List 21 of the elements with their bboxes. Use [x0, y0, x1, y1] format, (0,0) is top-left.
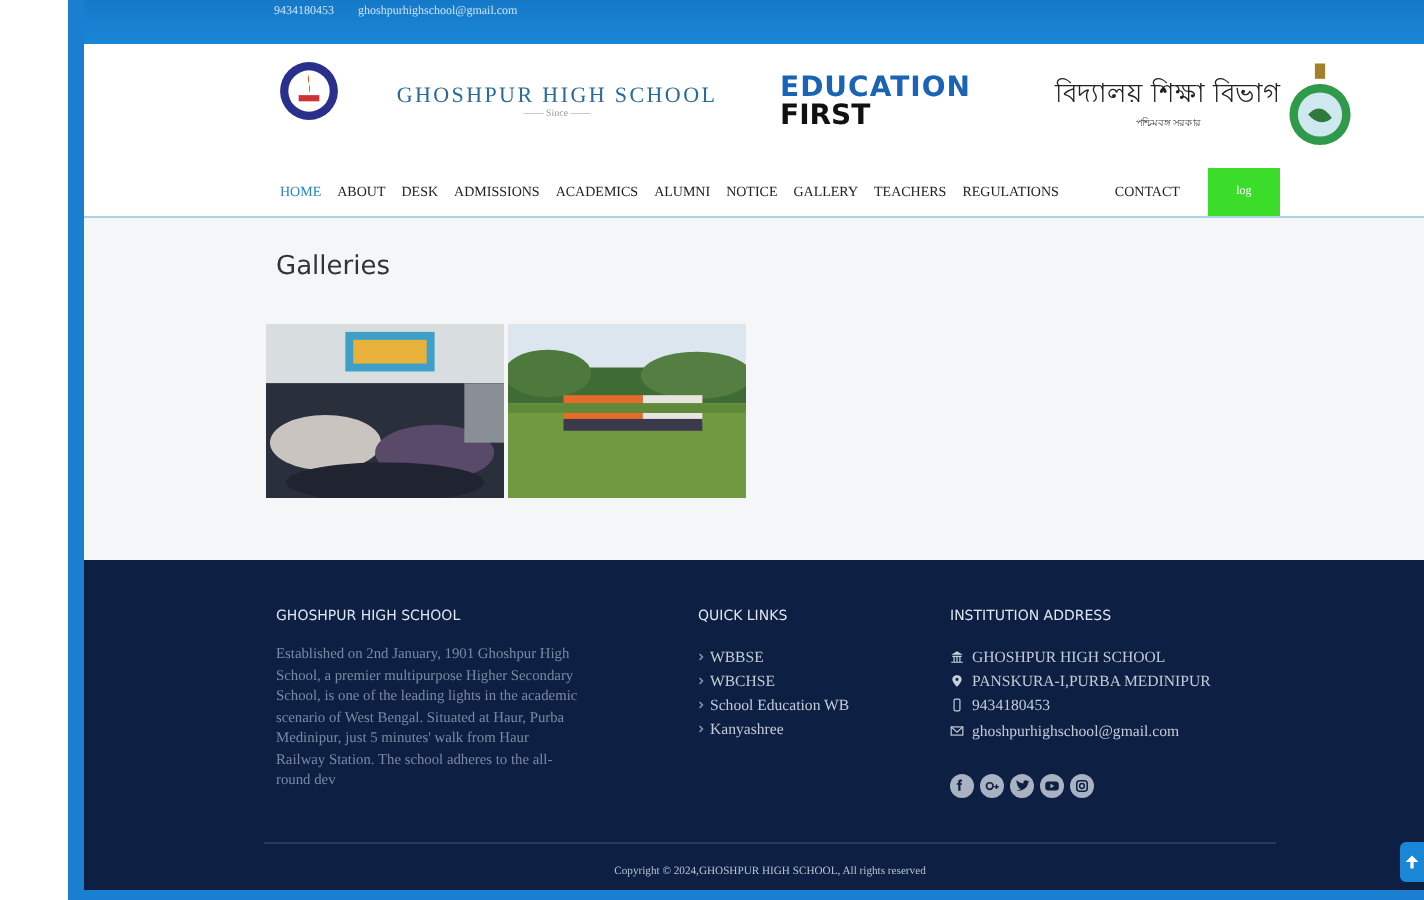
google-plus-icon[interactable] [980, 773, 1004, 798]
chevron-icon [698, 699, 704, 709]
video-play-icon[interactable] [1040, 773, 1064, 798]
school-emblem-icon [278, 59, 340, 121]
school-name: GHOSHPUR HIGH SCHOOL [394, 82, 720, 109]
slogan-text: FIRST [780, 102, 873, 130]
department-name: বিদ্যালয় শিক্ষা বিভাগ [1054, 76, 1282, 113]
page-title: Galleries [276, 252, 392, 282]
mobile-phone-icon [950, 698, 964, 713]
facebook-icon[interactable] [950, 773, 974, 798]
chevron-icon [698, 723, 704, 733]
building-icon [950, 649, 964, 664]
slogan-text: EDUCATION [780, 74, 971, 102]
scroll-top-button[interactable] [1400, 842, 1424, 882]
chevron-icon [698, 675, 704, 685]
camera-icon[interactable] [1070, 773, 1094, 798]
bird-icon[interactable] [1010, 773, 1034, 798]
location-pin-icon [950, 674, 964, 689]
arrow-up-icon [1404, 854, 1420, 870]
envelope-icon [950, 723, 964, 738]
chevron-icon [698, 651, 704, 661]
